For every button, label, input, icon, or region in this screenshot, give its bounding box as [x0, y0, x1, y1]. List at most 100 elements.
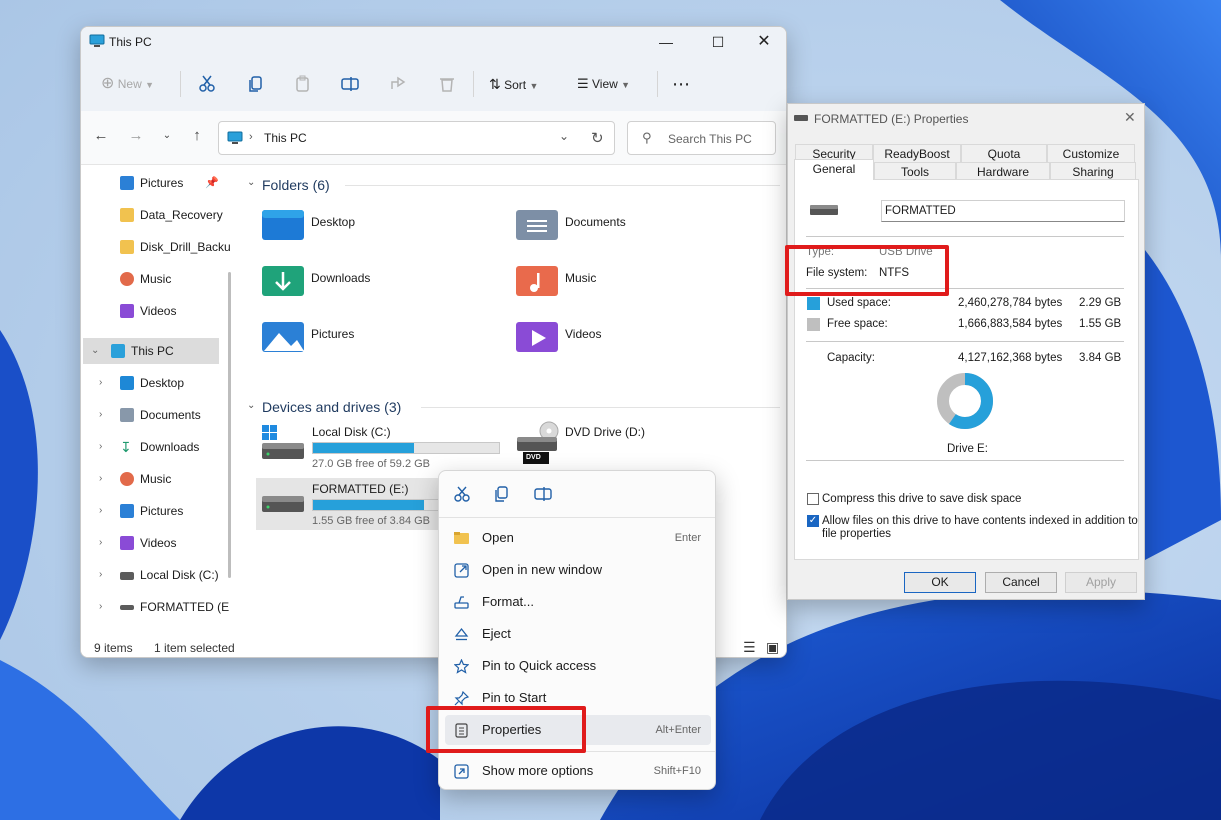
menu-item-pin-quick-access[interactable]: Pin to Quick access	[445, 651, 711, 681]
chevron-right-icon: ›	[99, 601, 103, 612]
search-icon: ⚲	[642, 130, 652, 145]
new-window-icon	[454, 563, 469, 578]
sort-button[interactable]: ⇅ Sort ▼	[489, 69, 538, 99]
folder-tile-documents[interactable]: Documents	[515, 206, 755, 256]
folders-heading[interactable]: Folders (6)	[262, 177, 330, 193]
folder-tile-desktop[interactable]: Desktop	[261, 206, 501, 256]
cut-icon[interactable]	[198, 75, 216, 93]
menu-item-format[interactable]: Format...	[445, 587, 711, 617]
tab-quota[interactable]: Quota	[961, 144, 1047, 162]
usb-drive-icon	[810, 205, 838, 215]
tab-general[interactable]: General	[794, 159, 874, 180]
format-icon	[454, 596, 469, 609]
drive-usage-fill	[313, 500, 424, 510]
details-view-icon[interactable]: ☰	[743, 639, 756, 656]
tab-sharing[interactable]: Sharing	[1050, 162, 1136, 180]
chevron-right-icon: ›	[99, 537, 103, 548]
refresh-icon[interactable]: ↻	[591, 129, 604, 147]
menu-item-open[interactable]: Open Enter	[445, 523, 711, 553]
menu-item-shortcut: Enter	[674, 532, 701, 544]
nav-item-documents[interactable]: › Documents	[83, 402, 235, 428]
address-dropdown-icon[interactable]: ⌄	[559, 129, 569, 143]
nav-item-pictures[interactable]: Pictures 📌	[83, 170, 235, 196]
folder-tile-videos[interactable]: Videos	[515, 318, 755, 368]
drive-tile-local-disk-c[interactable]: Local Disk (C:) 27.0 GB free of 59.2 GB	[256, 421, 506, 473]
free-space-swatch	[807, 318, 820, 331]
chevron-down-icon: ▼	[621, 80, 631, 90]
nav-label: Videos	[140, 536, 177, 550]
drive-tile-dvd-d[interactable]: DVD DVD Drive (D:)	[515, 421, 755, 473]
nav-item-videos[interactable]: Videos	[83, 298, 235, 324]
nav-item-music[interactable]: › Music	[83, 466, 235, 492]
tab-tools[interactable]: Tools	[874, 162, 956, 180]
chevron-right-icon: ›	[99, 441, 103, 452]
nav-item-videos[interactable]: › Videos	[83, 530, 235, 556]
view-button[interactable]: ☰ View ▼	[577, 69, 630, 99]
paste-icon[interactable]	[294, 75, 312, 93]
tab-hardware[interactable]: Hardware	[956, 162, 1050, 180]
close-button[interactable]: ✕	[741, 27, 786, 57]
download-icon: ↧	[120, 439, 132, 455]
chevron-right-icon: ›	[99, 569, 103, 580]
forward-button[interactable]: →	[126, 126, 146, 146]
menu-item-label: Eject	[482, 626, 511, 641]
new-button[interactable]: ⊕ New ▼	[101, 69, 154, 99]
nav-item-pictures[interactable]: › Pictures	[83, 498, 235, 524]
index-checkbox[interactable]: ✓	[807, 515, 819, 527]
recent-locations-chevron-icon[interactable]: ⌄	[157, 126, 177, 146]
divider	[806, 341, 1124, 342]
compress-checkbox[interactable]	[807, 493, 819, 505]
rename-icon[interactable]	[534, 486, 552, 502]
maximize-button[interactable]: ☐	[695, 27, 741, 57]
more-options-icon[interactable]: ⋯	[672, 69, 691, 99]
nav-item-desktop[interactable]: › Desktop	[83, 370, 235, 396]
chevron-down-icon[interactable]: ⌄	[247, 177, 255, 188]
folder-icon	[120, 208, 134, 222]
nav-item-disk-drill-backup[interactable]: Disk_Drill_Backu	[83, 234, 235, 260]
apply-button[interactable]: Apply	[1065, 572, 1137, 593]
copy-icon[interactable]	[247, 75, 265, 93]
folder-tile-pictures[interactable]: Pictures	[261, 318, 501, 368]
cancel-button[interactable]: Cancel	[985, 572, 1057, 593]
close-icon[interactable]: ✕	[1124, 109, 1136, 126]
this-pc-icon	[111, 344, 125, 358]
menu-item-show-more-options[interactable]: Show more options Shift+F10	[445, 756, 711, 786]
search-box[interactable]: ⚲ Search This PC	[627, 121, 776, 155]
nav-scrollbar[interactable]	[228, 272, 231, 578]
devices-heading[interactable]: Devices and drives (3)	[262, 399, 401, 415]
drive-name-input[interactable]: FORMATTED	[881, 200, 1125, 222]
eject-icon	[454, 627, 469, 641]
folder-tile-music[interactable]: Music	[515, 262, 755, 312]
back-button[interactable]: ←	[91, 126, 111, 146]
nav-item-local-disk-c[interactable]: › Local Disk (C:)	[83, 562, 235, 588]
up-button[interactable]: ↑	[187, 126, 207, 146]
tiles-view-icon[interactable]: ▣	[766, 639, 779, 656]
folder-open-icon	[454, 532, 469, 544]
copy-icon[interactable]	[494, 486, 510, 502]
ok-button[interactable]: OK	[904, 572, 976, 593]
tab-readyboost[interactable]: ReadyBoost	[873, 144, 961, 162]
menu-item-open-new-window[interactable]: Open in new window	[445, 555, 711, 585]
chevron-down-icon[interactable]: ⌄	[247, 400, 255, 411]
nav-item-this-pc[interactable]: ⌄ This PC	[83, 338, 219, 364]
cut-icon[interactable]	[454, 486, 470, 502]
nav-item-formatted-e[interactable]: › FORMATTED (E	[83, 594, 235, 620]
sort-icon: ⇅	[489, 76, 501, 92]
nav-item-downloads[interactable]: › ↧ Downloads	[83, 434, 235, 460]
menu-item-eject[interactable]: Eject	[445, 619, 711, 649]
rename-icon[interactable]	[341, 75, 359, 93]
pin-icon[interactable]: 📌	[205, 170, 219, 196]
properties-dialog: FORMATTED (E:) Properties ✕ Security Rea…	[787, 103, 1145, 600]
folder-icon	[120, 240, 134, 254]
nav-item-music[interactable]: Music	[83, 266, 235, 292]
nav-label: Documents	[140, 408, 201, 422]
item-count: 9 items	[94, 641, 133, 655]
address-bar[interactable]: › This PC ⌄ ↻	[218, 121, 615, 155]
folder-tile-downloads[interactable]: Downloads	[261, 262, 501, 312]
minimize-button[interactable]: —	[643, 27, 689, 57]
folder-label: Desktop	[311, 215, 356, 229]
share-icon[interactable]	[389, 75, 407, 93]
tab-customize[interactable]: Customize	[1047, 144, 1135, 162]
delete-icon[interactable]	[438, 75, 456, 93]
nav-item-data-recovery[interactable]: Data_Recovery	[83, 202, 235, 228]
